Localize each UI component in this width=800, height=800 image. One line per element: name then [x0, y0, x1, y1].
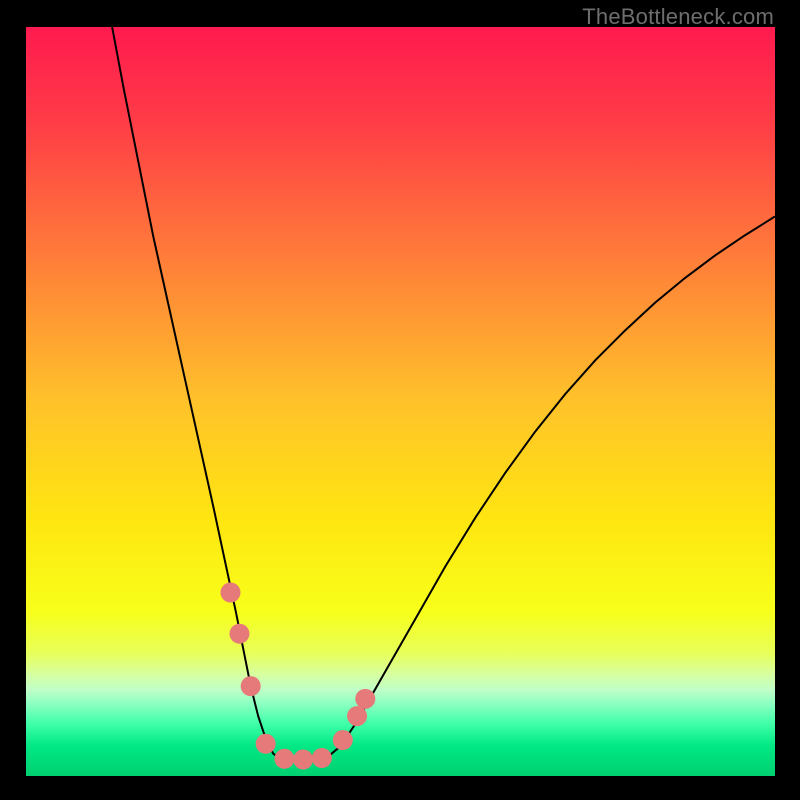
series-group	[112, 27, 775, 761]
watermark-text: TheBottleneck.com	[582, 4, 774, 30]
marker-salmon-dots-0	[220, 582, 240, 602]
marker-salmon-dots-6	[312, 748, 332, 768]
marker-salmon-dots-1	[229, 624, 249, 644]
plot-area	[26, 27, 775, 776]
marker-salmon-dots-8	[347, 706, 367, 726]
marker-salmon-dots-5	[293, 750, 313, 770]
chart-svg	[26, 27, 775, 776]
marker-salmon-dots-2	[241, 676, 261, 696]
marker-salmon-dots-4	[274, 749, 294, 769]
markers-group	[220, 582, 375, 769]
marker-salmon-dots-7	[333, 730, 353, 750]
marker-salmon-dots-9	[355, 689, 375, 709]
curve-bottleneck-curve	[112, 27, 775, 761]
chart-frame: TheBottleneck.com	[0, 0, 800, 800]
marker-salmon-dots-3	[256, 734, 276, 754]
